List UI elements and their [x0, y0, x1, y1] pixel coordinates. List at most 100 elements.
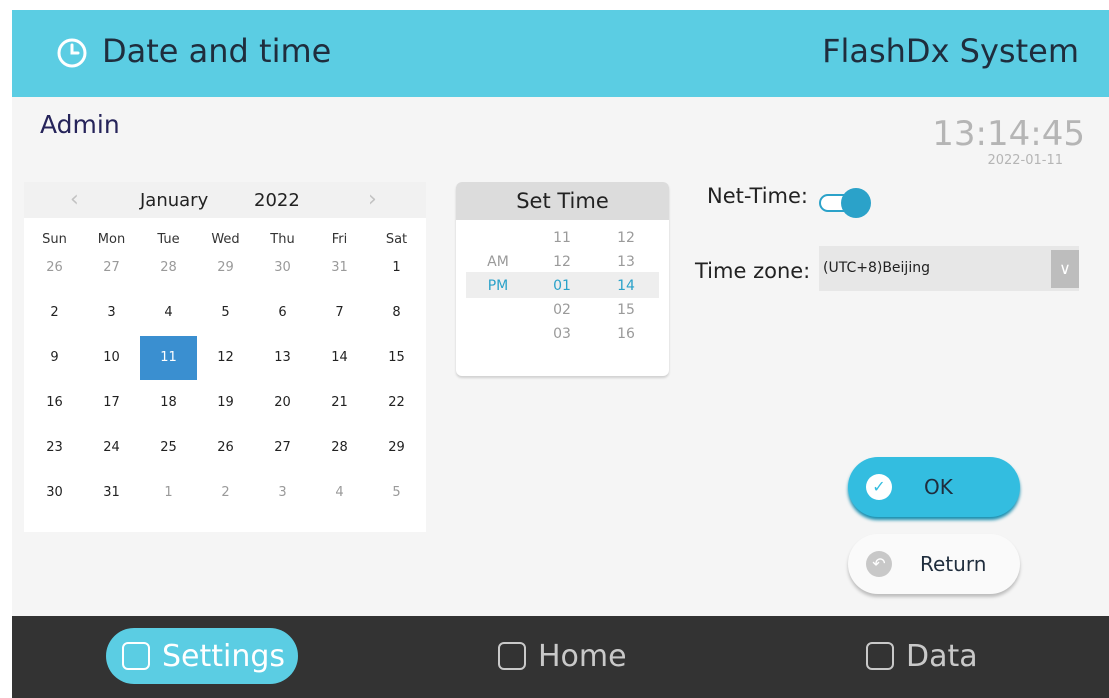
calendar-day[interactable]: 29 [197, 246, 254, 290]
toggle-knob [841, 188, 871, 218]
calendar-day[interactable]: 22 [368, 381, 425, 425]
chevron-down-icon[interactable]: ∨ [1051, 250, 1079, 288]
calendar-year[interactable]: 2022 [254, 190, 300, 211]
calendar-day[interactable]: 21 [311, 381, 368, 425]
check-icon: ✓ [866, 474, 892, 500]
minute-option[interactable]: 16 [606, 326, 646, 342]
minute-option[interactable]: 13 [606, 254, 646, 270]
calendar-day[interactable]: 28 [311, 426, 368, 470]
chevron-right-icon[interactable]: › [368, 187, 377, 212]
calendar-day[interactable]: 31 [311, 246, 368, 290]
calendar-day[interactable]: 15 [368, 336, 425, 380]
current-time: 13:14:45 [932, 114, 1085, 154]
net-time-toggle[interactable] [819, 188, 871, 218]
calendar-day[interactable]: 27 [254, 426, 311, 470]
hour-option[interactable]: 03 [542, 326, 582, 342]
nav-home[interactable]: Home [482, 628, 662, 684]
calendar-day[interactable]: 10 [83, 336, 140, 380]
time-picker: Set Time AM PM 11 12 01 02 03 12 13 14 15 16 [456, 182, 669, 376]
calendar-day[interactable]: 20 [254, 381, 311, 425]
calendar-day[interactable]: 28 [140, 246, 197, 290]
calendar-day[interactable]: 7 [311, 291, 368, 335]
calendar-day[interactable]: 29 [368, 426, 425, 470]
calendar-day[interactable]: 19 [197, 381, 254, 425]
ampm-option[interactable]: PM [478, 278, 518, 294]
nav-settings-label: Settings [162, 639, 286, 674]
calendar-day[interactable]: 2 [197, 471, 254, 515]
data-chart-icon [866, 642, 894, 670]
calendar-day[interactable]: 30 [26, 471, 83, 515]
calendar-day[interactable]: 23 [26, 426, 83, 470]
brand-name: FlashDx System [822, 32, 1079, 70]
timezone-value: (UTC+8)Beijing [823, 260, 930, 276]
calendar-day[interactable]: 1 [140, 471, 197, 515]
calendar-day[interactable]: 27 [83, 246, 140, 290]
net-time-label: Net-Time: [707, 184, 808, 208]
calendar: ‹ January 2022 › Sun Mon Tue Wed Thu Fri Sat 26… [24, 182, 426, 532]
calendar-day[interactable]: 16 [26, 381, 83, 425]
calendar-day[interactable]: 13 [254, 336, 311, 380]
nav-home-label: Home [538, 639, 627, 674]
ampm-option[interactable]: AM [478, 254, 518, 270]
ok-label: OK [924, 475, 953, 499]
calendar-day[interactable]: 3 [83, 291, 140, 335]
calendar-day[interactable]: 17 [83, 381, 140, 425]
home-icon [498, 642, 526, 670]
hour-option[interactable]: 12 [542, 254, 582, 270]
nav-data[interactable]: Data [850, 628, 1010, 684]
weekday-header: Fri [331, 232, 348, 247]
calendar-day[interactable]: 26 [26, 246, 83, 290]
calendar-day[interactable]: 26 [197, 426, 254, 470]
calendar-month[interactable]: January [140, 190, 208, 211]
return-label: Return [920, 552, 987, 576]
current-date: 2022-01-11 [987, 153, 1063, 168]
calendar-day[interactable]: 5 [368, 471, 425, 515]
page-title: Date and time [102, 32, 332, 70]
nav-data-label: Data [906, 639, 978, 674]
calendar-day[interactable]: 14 [311, 336, 368, 380]
calendar-day[interactable]: 4 [311, 471, 368, 515]
return-icon: ↶ [866, 551, 892, 577]
calendar-day[interactable]: 31 [83, 471, 140, 515]
calendar-day[interactable]: 4 [140, 291, 197, 335]
calendar-day[interactable]: 1 [368, 246, 425, 290]
ok-button[interactable]: ✓ OK [848, 457, 1020, 517]
header-bar: Date and time FlashDx System [12, 10, 1109, 97]
bottom-nav: Settings Home Data [12, 616, 1109, 698]
calendar-day[interactable]: 6 [254, 291, 311, 335]
calendar-day[interactable]: 18 [140, 381, 197, 425]
user-name: Admin [40, 110, 120, 139]
calendar-day[interactable]: 9 [26, 336, 83, 380]
hour-option[interactable]: 02 [542, 302, 582, 318]
chevron-left-icon[interactable]: ‹ [70, 187, 79, 212]
weekday-header: Sat [385, 232, 408, 247]
minute-option[interactable]: 14 [606, 278, 646, 294]
calendar-day[interactable]: 11 [140, 336, 197, 380]
calendar-day[interactable]: 5 [197, 291, 254, 335]
weekday-header: Tue [157, 232, 180, 247]
minute-option[interactable]: 12 [606, 230, 646, 246]
calendar-day[interactable]: 8 [368, 291, 425, 335]
calendar-header: ‹ January 2022 › [24, 182, 426, 218]
weekday-header: Sun [42, 232, 67, 247]
weekday-header: Wed [211, 232, 240, 247]
hour-option[interactable]: 01 [542, 278, 582, 294]
nav-settings[interactable]: Settings [106, 628, 298, 684]
calendar-day[interactable]: 12 [197, 336, 254, 380]
return-button[interactable]: ↶ Return [848, 534, 1020, 594]
app-frame: Date and time FlashDx System Admin 13:14… [12, 10, 1109, 698]
calendar-day[interactable]: 3 [254, 471, 311, 515]
clock-icon [57, 38, 87, 68]
weekday-header: Thu [270, 232, 295, 247]
timezone-select[interactable]: (UTC+8)Beijing ∨ [819, 246, 1079, 291]
time-picker-title: Set Time [456, 182, 669, 220]
timezone-label: Time zone: [695, 259, 811, 283]
calendar-day[interactable]: 24 [83, 426, 140, 470]
minute-option[interactable]: 15 [606, 302, 646, 318]
calendar-day[interactable]: 2 [26, 291, 83, 335]
hour-option[interactable]: 11 [542, 230, 582, 246]
settings-chart-icon [122, 642, 150, 670]
calendar-day[interactable]: 30 [254, 246, 311, 290]
calendar-day[interactable]: 25 [140, 426, 197, 470]
weekday-header: Mon [97, 232, 126, 247]
